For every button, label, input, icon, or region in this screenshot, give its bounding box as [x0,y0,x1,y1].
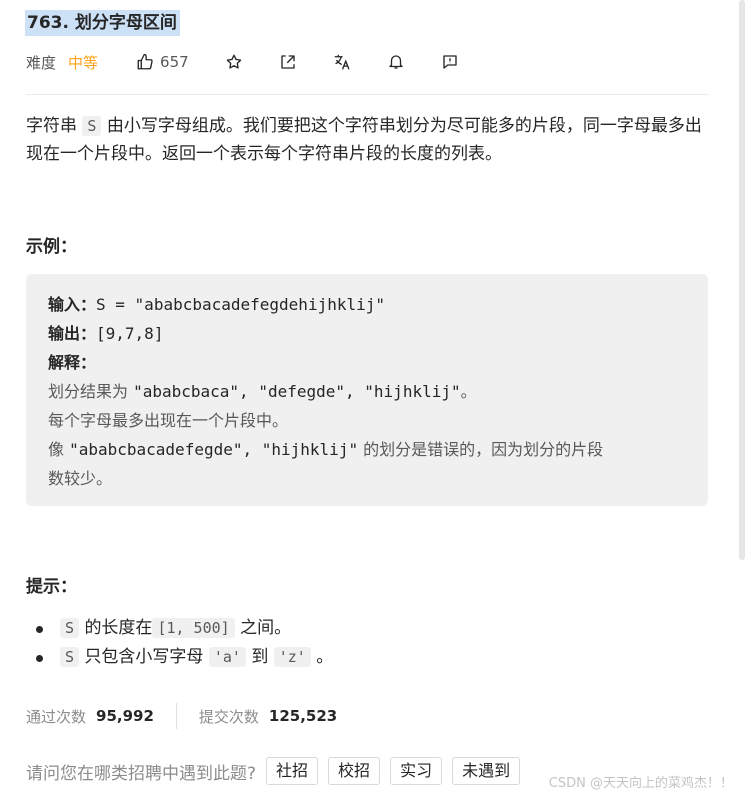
feedback-icon [442,55,457,69]
tag-social-hire[interactable]: 社招 [266,757,319,785]
problem-description: 字符串 S 由小写字母组成。我们要把这个字符串划分为尽可能多的片段，同一字母最多… [26,116,702,164]
translate-icon [334,54,350,70]
accepted-count: 95,992 [96,707,154,725]
submission-stats: 通过次数 95,992 提交次数 125,523 [26,702,337,730]
accepted-label: 通过次数 [26,707,87,726]
tag-internship[interactable]: 实习 [390,757,443,785]
submissions-label: 提交次数 [198,707,259,726]
thumbs-up-icon [137,53,153,70]
feedback-button[interactable] [441,53,459,71]
like-button[interactable]: 657 [136,53,189,71]
header-divider [26,94,709,95]
example-output-line: 输出：[9,7,8] [48,324,164,343]
page-scrollbar[interactable] [739,0,745,560]
star-icon [226,54,241,69]
example-explain-label: 解释： [48,353,97,372]
difficulty-badge: 中等 [68,53,99,72]
hints-heading: 提示： [26,577,77,597]
notify-button[interactable] [387,53,405,71]
like-count: 657 [160,53,189,71]
tag-campus-hire[interactable]: 校招 [328,757,381,785]
problem-title: 763. 划分字母区间 [25,10,180,36]
translate-button[interactable] [333,53,351,71]
example-explain-line-2: 每个字母最多出现在一个片段中。 [48,411,289,430]
watermark: CSDN @天天向上的菜鸡杰！！ [548,776,733,791]
hint-item: S 的长度在 [1, 500] 之间。 [35,614,333,643]
submissions-count: 125,523 [268,707,338,725]
hint-item: S 只包含小写字母 'a' 到 'z' 。 [35,643,333,672]
hints-list: S 的长度在 [1, 500] 之间。 S 只包含小写字母 'a' 到 'z' 。 [35,614,333,672]
example-heading: 示例： [26,237,77,257]
example-explain-line-4: 数较少。 [48,469,113,488]
favorite-button[interactable] [225,53,243,71]
problem-meta-bar: 难度 中等 657 [26,50,459,74]
example-explain-line-3: 像 "ababcbacadefegde", "hijhklij" 的划分是错误的… [48,440,604,459]
job-survey-question: 请问您在哪类招聘中遇到此题? [26,763,257,784]
share-button[interactable] [279,53,297,71]
example-block: 输入：S = "ababcbacadefegdehijhklij" 输出：[9,… [26,274,708,506]
share-icon [280,55,295,69]
example-explain-line-1: 划分结果为 "ababcbaca", "defegde", "hijhklij"… [48,382,477,401]
difficulty-label: 难度 [26,53,57,72]
bell-icon [388,55,403,69]
stats-divider [175,703,177,729]
inline-code-s: S [82,116,102,136]
job-survey: 请问您在哪类招聘中遇到此题? 社招 校招 实习 未遇到 [26,756,521,786]
example-input-line: 输入：S = "ababcbacadefegdehijhklij" [48,295,385,314]
tag-not-encountered[interactable]: 未遇到 [452,757,521,785]
